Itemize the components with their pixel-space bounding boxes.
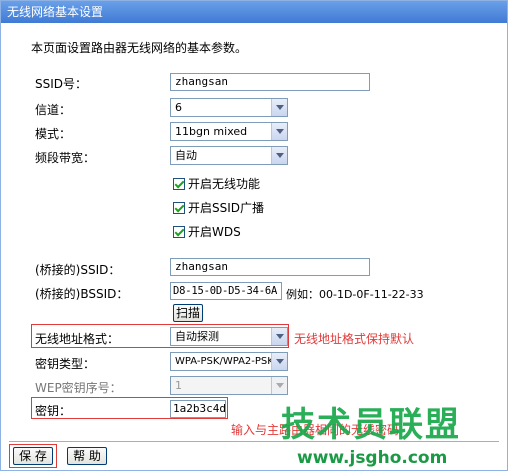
channel-value: 6 bbox=[175, 101, 182, 114]
ssid-input[interactable]: zhangsan bbox=[170, 73, 370, 91]
chevron-down-icon[interactable] bbox=[271, 99, 287, 116]
mac-format-note: 无线地址格式保持默认 bbox=[294, 332, 415, 346]
key-type-select[interactable]: WPA-PSK/WPA2-PSK bbox=[170, 352, 288, 371]
ssid-label: SSID号： bbox=[35, 77, 88, 91]
help-button[interactable]: 帮 助 bbox=[67, 447, 107, 465]
bssid-example: 例如：00-1D-0F-11-22-33 bbox=[286, 288, 424, 301]
bridged-bssid-label: (桥接的)BSSID： bbox=[35, 287, 129, 301]
page-title: 无线网络基本设置 bbox=[1, 1, 507, 23]
wep-index-label: WEP密钥序号： bbox=[35, 381, 122, 395]
channel-select[interactable]: 6 bbox=[170, 98, 288, 117]
checkbox-checked-icon[interactable] bbox=[173, 225, 185, 238]
bandwidth-select[interactable]: 自动 bbox=[170, 146, 288, 165]
wep-index-value: 1 bbox=[175, 379, 182, 392]
enable-ssid-broadcast-checkbox[interactable]: 开启SSID广播 bbox=[173, 199, 264, 216]
enable-wds-label: 开启WDS bbox=[188, 225, 241, 239]
mac-format-select[interactable]: 自动探测 bbox=[170, 327, 288, 346]
chevron-down-icon[interactable] bbox=[271, 328, 287, 345]
bridged-ssid-input[interactable]: zhangsan bbox=[170, 258, 370, 276]
chevron-down-icon[interactable] bbox=[271, 123, 287, 140]
mode-label: 模式： bbox=[35, 127, 72, 141]
checkbox-checked-icon[interactable] bbox=[173, 201, 185, 214]
key-type-label: 密钥类型： bbox=[35, 357, 96, 371]
bandwidth-value: 自动 bbox=[175, 149, 197, 162]
watermark-logo: 技术员联盟 bbox=[281, 405, 461, 445]
watermark-url: www.jsgho.com bbox=[297, 448, 448, 468]
bridged-ssid-label: (桥接的)SSID： bbox=[35, 263, 121, 277]
mac-format-value: 自动探测 bbox=[175, 330, 219, 343]
enable-wireless-checkbox[interactable]: 开启无线功能 bbox=[173, 175, 260, 192]
settings-panel: 无线网络基本设置 本页面设置路由器无线网络的基本参数。 SSID号： zhang… bbox=[0, 0, 508, 471]
chevron-down-icon[interactable] bbox=[271, 147, 287, 164]
bandwidth-label: 频段带宽： bbox=[35, 151, 96, 165]
wep-index-select: 1 bbox=[170, 376, 288, 395]
checkbox-checked-icon[interactable] bbox=[173, 177, 185, 190]
key-input[interactable]: 1a2b3c4d bbox=[170, 400, 226, 418]
chevron-down-icon[interactable] bbox=[271, 353, 287, 370]
scan-button[interactable]: 扫描 bbox=[173, 304, 203, 322]
mode-select[interactable]: 11bgn mixed bbox=[170, 122, 288, 141]
key-label: 密钥： bbox=[35, 404, 72, 418]
bridged-bssid-input[interactable]: D8-15-0D-D5-34-6A bbox=[170, 282, 282, 300]
page-description: 本页面设置路由器无线网络的基本参数。 bbox=[31, 41, 248, 55]
save-button[interactable]: 保 存 bbox=[13, 447, 53, 465]
chevron-down-icon bbox=[271, 377, 287, 394]
channel-label: 信道： bbox=[35, 103, 72, 117]
enable-wireless-label: 开启无线功能 bbox=[188, 177, 261, 191]
enable-ssid-broadcast-label: 开启SSID广播 bbox=[188, 201, 265, 215]
mode-value: 11bgn mixed bbox=[175, 125, 248, 138]
mac-format-label: 无线地址格式： bbox=[35, 332, 120, 346]
enable-wds-checkbox[interactable]: 开启WDS bbox=[173, 223, 241, 240]
key-type-value: WPA-PSK/WPA2-PSK bbox=[175, 356, 274, 367]
